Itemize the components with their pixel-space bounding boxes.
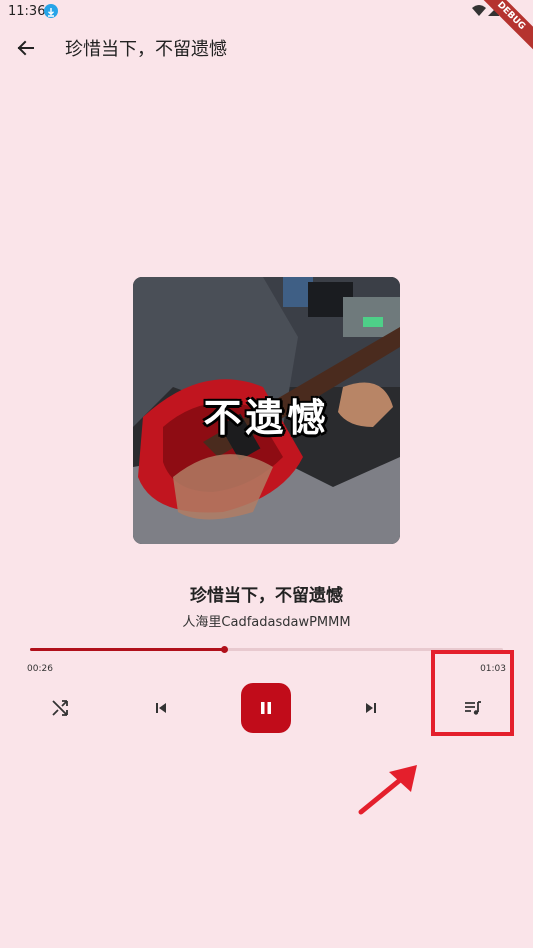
cover-caption: 不遗憾 — [203, 395, 330, 440]
skip-previous-icon — [156, 703, 166, 713]
pause-icon — [261, 702, 271, 714]
previous-button[interactable] — [147, 694, 175, 722]
pause-button[interactable] — [241, 683, 291, 733]
page-title: 珍惜当下，不留遗憾 — [65, 39, 227, 60]
status-time: 11:36 — [8, 4, 46, 19]
app-bar: 珍惜当下，不留遗憾 — [0, 24, 533, 72]
album-cover: 不遗憾 — [133, 277, 400, 544]
shuffle-icon — [52, 700, 68, 716]
wifi-icon — [472, 5, 486, 16]
arrow-back-icon — [17, 40, 34, 56]
song-artist: 人海里CadfadasdawPMMM — [182, 615, 351, 630]
highlight-box — [431, 650, 514, 736]
progress-thumb[interactable] — [220, 646, 228, 653]
status-bar: 11:36 — [0, 0, 533, 24]
progress-fill — [30, 648, 224, 651]
back-button[interactable] — [12, 34, 40, 62]
pointer-arrow-icon — [358, 765, 417, 815]
next-button[interactable] — [357, 694, 385, 722]
song-title: 珍惜当下，不留遗憾 — [190, 586, 343, 606]
elapsed-time: 00:26 — [27, 664, 53, 674]
skip-next-icon — [366, 703, 376, 713]
shuffle-button[interactable] — [46, 694, 74, 722]
download-icon — [44, 4, 58, 18]
